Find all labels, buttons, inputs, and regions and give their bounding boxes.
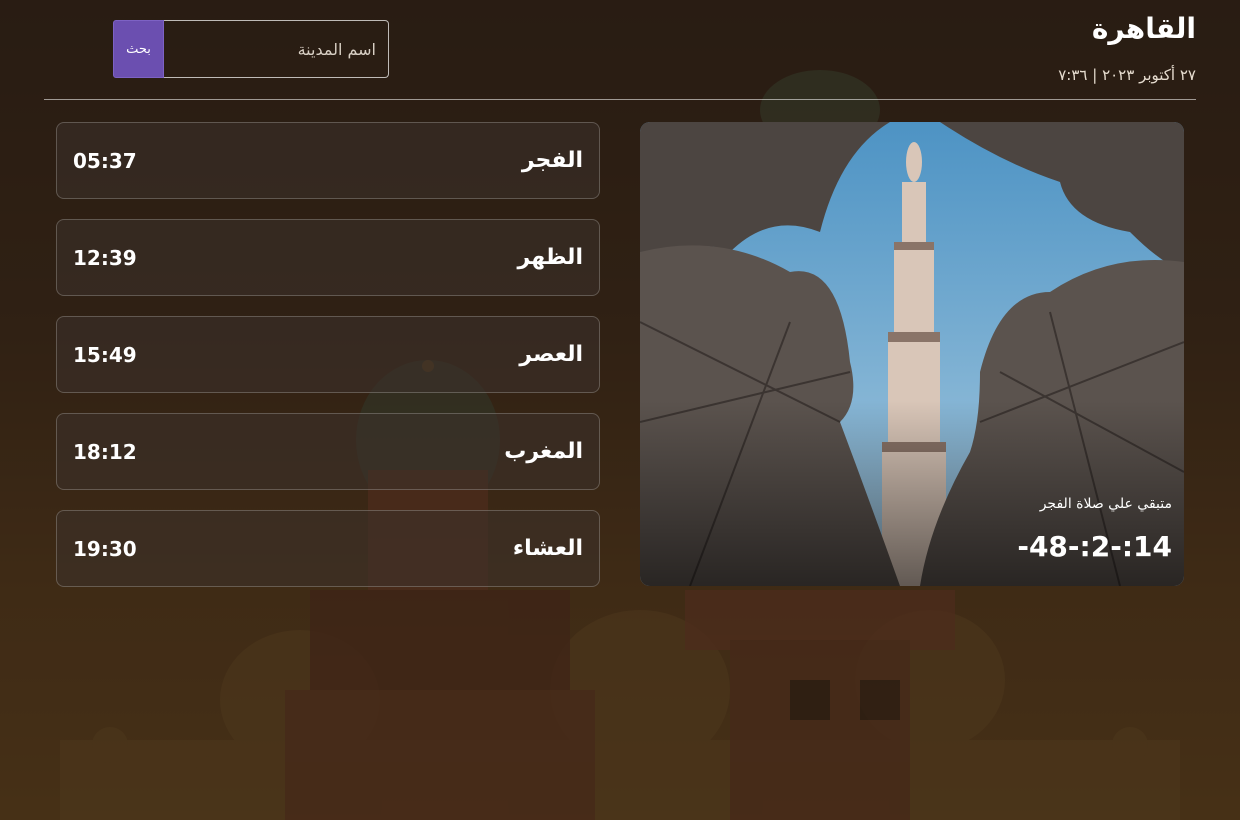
prayer-name: المغرب xyxy=(504,439,583,464)
search-button[interactable]: بحث xyxy=(113,20,164,78)
prayer-row-isha: العشاء 19:30 xyxy=(56,510,600,587)
prayer-times-list: الفجر 05:37 الظهر 12:39 العصر 15:49 المغ… xyxy=(56,122,600,607)
prayer-time: 18:12 xyxy=(73,439,137,464)
countdown-timer: -48-:2-:14 xyxy=(1017,530,1172,563)
prayer-name: الظهر xyxy=(517,245,583,270)
city-title: القاهرة xyxy=(1091,12,1196,45)
prayer-row-dhuhr: الظهر 12:39 xyxy=(56,219,600,296)
prayer-row-fajr: الفجر 05:37 xyxy=(56,122,600,199)
prayer-time: 12:39 xyxy=(73,245,137,270)
prayer-name: العصر xyxy=(519,342,583,367)
prayer-row-maghrib: المغرب 18:12 xyxy=(56,413,600,490)
prayer-time: 05:37 xyxy=(73,148,137,173)
prayer-time: 15:49 xyxy=(73,342,137,367)
minaret-image xyxy=(640,122,1184,586)
next-prayer-card: متبقي علي صلاة الفجر -48-:2-:14 xyxy=(640,122,1184,586)
search-bar: بحث xyxy=(113,20,389,78)
prayer-time: 19:30 xyxy=(73,536,137,561)
app-root: القاهرة ٢٧ أكتوبر ٢٠٢٣ | ٧:٣٦ بحث الفجر … xyxy=(0,0,1240,820)
city-search-input[interactable] xyxy=(164,20,389,78)
prayer-row-asr: العصر 15:49 xyxy=(56,316,600,393)
date-time: ٢٧ أكتوبر ٢٠٢٣ | ٧:٣٦ xyxy=(1058,66,1196,84)
prayer-name: الفجر xyxy=(521,148,583,173)
header: القاهرة ٢٧ أكتوبر ٢٠٢٣ | ٧:٣٦ بحث xyxy=(44,0,1196,100)
next-prayer-label: متبقي علي صلاة الفجر xyxy=(1039,496,1172,512)
prayer-name: العشاء xyxy=(512,536,583,561)
